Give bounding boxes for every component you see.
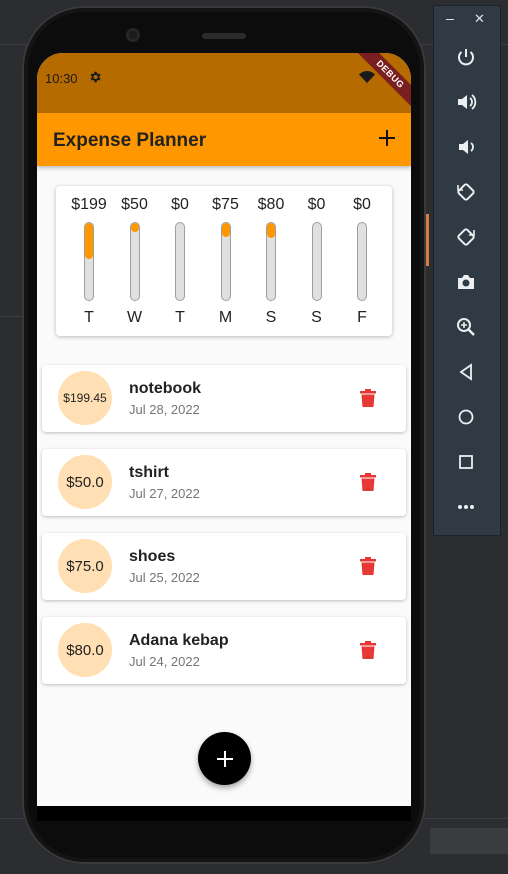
chart-day-label: M	[218, 309, 233, 326]
settings-gear-icon	[90, 71, 101, 83]
add-transaction-fab[interactable]	[198, 732, 251, 785]
chart-day-label: F	[357, 309, 367, 326]
camera-icon[interactable]	[455, 271, 477, 293]
chart-day-bar-fill	[130, 223, 139, 233]
chart-day-column: $0 T	[157, 186, 203, 336]
chart-day-label: T	[175, 309, 185, 326]
app-bar: Expense Planner	[37, 113, 411, 166]
chart-day-column: $80 S	[248, 186, 294, 336]
phone-screen: 10:30 DEBUG Expense Planner $199 T $50 W $0 T…	[37, 53, 411, 821]
chart-day-column: $0 S	[294, 186, 340, 336]
chart-day-bar	[84, 222, 94, 301]
transaction-date: Jul 27, 2022	[129, 486, 200, 501]
transaction-amount-avatar: $199.45	[58, 371, 112, 425]
wifi-icon	[359, 71, 375, 83]
minimize-icon[interactable]	[446, 19, 454, 20]
home-icon[interactable]	[455, 406, 477, 428]
chart-day-label: T	[84, 309, 94, 326]
zoom-icon[interactable]	[455, 316, 477, 338]
chart-day-amount: $0	[171, 196, 189, 213]
transaction-date: Jul 28, 2022	[129, 402, 200, 417]
plus-icon[interactable]	[377, 128, 397, 148]
transaction-amount-avatar: $50.0	[58, 455, 112, 509]
chart-day-bar	[357, 222, 367, 301]
overview-icon[interactable]	[455, 451, 477, 473]
plus-icon	[216, 750, 233, 767]
delete-icon[interactable]	[360, 473, 376, 491]
transaction-title: shoes	[129, 548, 176, 565]
earpiece-speaker	[202, 33, 246, 39]
ide-bottom-panel	[430, 828, 508, 854]
close-icon[interactable]: ✕	[474, 12, 485, 27]
transaction-amount-avatar: $80.0	[58, 623, 112, 677]
chart-day-bar	[220, 222, 231, 301]
chart-day-label: W	[126, 309, 143, 326]
system-nav-bar	[37, 806, 411, 821]
chart-day-amount: $0	[307, 196, 326, 213]
volume-down-icon[interactable]	[455, 136, 477, 158]
chart-day-label: S	[311, 309, 322, 326]
chart-day-bar-fill	[85, 223, 93, 260]
chart-day-amount: $199	[71, 196, 107, 213]
transaction-card: $50.0 tshirt Jul 27, 2022	[42, 449, 406, 516]
chart-day-bar-fill	[221, 223, 230, 237]
status-bar: 10:30 DEBUG	[37, 53, 411, 113]
chart-day-bar	[129, 222, 140, 301]
delete-icon[interactable]	[360, 557, 376, 575]
transaction-date: Jul 25, 2022	[129, 570, 200, 585]
status-time: 10:30	[45, 71, 78, 86]
chart-day-bar	[266, 222, 276, 301]
chart-day-bar-fill	[267, 223, 275, 239]
chart-day-bar	[175, 222, 185, 301]
chart-day-column: $75 M	[203, 186, 249, 336]
chart-day-bar	[311, 222, 322, 301]
chart-day-amount: $0	[353, 196, 371, 213]
app-title: Expense Planner	[53, 130, 207, 151]
back-icon[interactable]	[455, 361, 477, 383]
transaction-date: Jul 24, 2022	[129, 654, 200, 669]
chart-day-column: $50 W	[112, 186, 158, 336]
power-icon[interactable]	[455, 46, 477, 68]
transaction-card: $80.0 Adana kebap Jul 24, 2022	[42, 617, 406, 684]
transaction-card: $199.45 notebook Jul 28, 2022	[42, 365, 406, 432]
transaction-card: $75.0 shoes Jul 25, 2022	[42, 533, 406, 600]
chart-day-column: $199 T	[66, 186, 112, 336]
emulator-side-panel: ✕	[433, 5, 501, 536]
more-icon[interactable]	[455, 496, 477, 518]
delete-icon[interactable]	[360, 641, 376, 659]
chart-day-label: S	[265, 309, 277, 326]
chart-day-amount: $75	[212, 196, 239, 213]
transaction-amount-avatar: $75.0	[58, 539, 112, 593]
chart-day-amount: $50	[121, 196, 148, 213]
delete-icon[interactable]	[360, 389, 376, 407]
transaction-title: Adana kebap	[129, 632, 229, 649]
weekly-chart-card: $199 T $50 W $0 T $75 M $80 S $0 S $0 F	[56, 186, 392, 336]
rotate-right-icon[interactable]	[455, 226, 477, 248]
camera-lens	[126, 28, 140, 42]
nav-back-icon[interactable]	[109, 820, 123, 821]
transaction-title: notebook	[129, 380, 201, 397]
chart-day-column: $0 F	[339, 186, 385, 336]
emulator-window-controls: ✕	[434, 6, 500, 34]
chart-day-amount: $80	[257, 196, 285, 213]
transaction-title: tshirt	[129, 464, 169, 481]
rotate-left-icon[interactable]	[455, 181, 477, 203]
phone-frame: 10:30 DEBUG Expense Planner $199 T $50 W $0 T…	[22, 6, 426, 864]
volume-up-icon[interactable]	[455, 91, 477, 113]
